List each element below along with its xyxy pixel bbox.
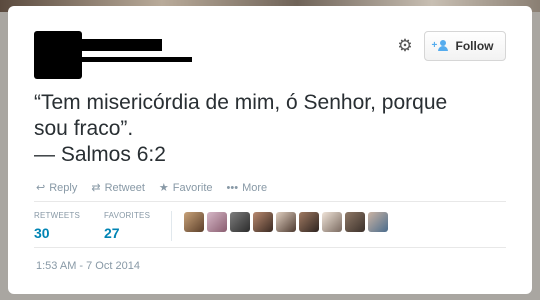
redacted-username[interactable] bbox=[82, 57, 192, 62]
retweet-icon: ⇄ bbox=[91, 182, 101, 194]
divider bbox=[34, 247, 506, 248]
favorites-label: FAVORITES bbox=[104, 211, 151, 220]
tweet-actions: ↩ Reply ⇄ Retweet ★ Favorite ••• More bbox=[36, 181, 268, 195]
retweet-label: Retweet bbox=[104, 181, 145, 194]
retweets-count[interactable]: 30 bbox=[34, 225, 80, 241]
favoriter-avatar[interactable] bbox=[322, 212, 342, 232]
favorite-label: Favorite bbox=[172, 181, 213, 194]
favoriter-avatar[interactable] bbox=[345, 212, 365, 232]
gear-icon[interactable]: ⚙ bbox=[396, 37, 414, 55]
favoriter-avatar[interactable] bbox=[184, 212, 204, 232]
favoriter-avatar[interactable] bbox=[276, 212, 296, 232]
redacted-display-name[interactable] bbox=[82, 39, 162, 51]
favorites-count[interactable]: 27 bbox=[104, 225, 150, 241]
more-action[interactable]: ••• More bbox=[227, 181, 268, 194]
divider bbox=[34, 201, 506, 202]
favoriter-avatar[interactable] bbox=[253, 212, 273, 232]
retweet-action[interactable]: ⇄ Retweet bbox=[91, 181, 145, 195]
favorites-stat[interactable]: FAVORITES 27 bbox=[104, 211, 150, 241]
follow-label: Follow bbox=[455, 39, 494, 53]
tweet-text: “Tem misericórdia de mim, ó Senhor, porq… bbox=[34, 90, 504, 168]
star-icon: ★ bbox=[158, 182, 169, 194]
reply-icon: ↩ bbox=[36, 182, 46, 194]
follow-user-icon: + bbox=[432, 40, 451, 52]
favoriter-avatar[interactable] bbox=[299, 212, 319, 232]
reply-action[interactable]: ↩ Reply bbox=[36, 181, 78, 195]
stats-separator bbox=[171, 211, 172, 241]
follow-button[interactable]: + Follow bbox=[424, 31, 506, 61]
more-label: More bbox=[242, 181, 268, 194]
retweets-label: RETWEETS bbox=[34, 211, 81, 220]
favoriter-avatar[interactable] bbox=[230, 212, 250, 232]
tweet-line: sou fraco”. bbox=[34, 117, 134, 140]
favoriter-avatar[interactable] bbox=[368, 212, 388, 232]
tweet-line: “Tem misericórdia de mim, ó Senhor, porq… bbox=[34, 91, 448, 114]
tweet-card: ⚙ + Follow “Tem misericórdia de mim, ó S… bbox=[8, 6, 532, 294]
avatar[interactable] bbox=[34, 31, 82, 79]
favoriter-avatar[interactable] bbox=[207, 212, 227, 232]
favorite-action[interactable]: ★ Favorite bbox=[158, 181, 213, 195]
retweets-stat[interactable]: RETWEETS 30 bbox=[34, 211, 80, 241]
tweet-line: — Salmos 6:2 bbox=[34, 143, 166, 166]
tweet-timestamp[interactable]: 1:53 AM - 7 Oct 2014 bbox=[36, 260, 140, 272]
favoriter-avatars bbox=[184, 212, 388, 232]
more-dots-icon: ••• bbox=[226, 181, 239, 194]
reply-label: Reply bbox=[49, 181, 78, 194]
